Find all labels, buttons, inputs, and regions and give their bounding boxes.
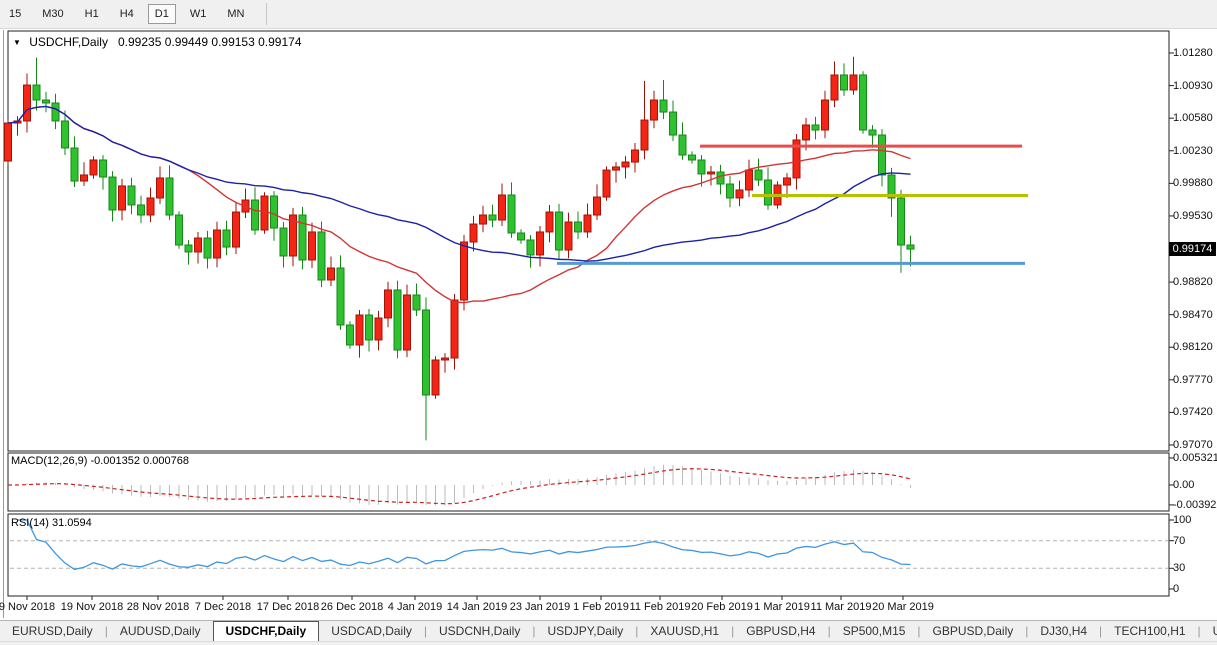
current-price-tag: 0.99174 [1169, 242, 1216, 256]
rsi-axis-label: 30 [1173, 562, 1215, 574]
chart-canvas [0, 0, 1217, 645]
rsi-line [18, 520, 911, 569]
price-axis-label: 0.99880 [1173, 177, 1215, 189]
date-axis-label: 7 Dec 2018 [195, 601, 251, 613]
date-axis-label: 23 Jan 2019 [510, 601, 571, 613]
price-axis-label: 1.01280 [1173, 47, 1215, 59]
date-axis-label: 28 Nov 2018 [127, 601, 189, 613]
chart-tab-gbpusd-daily[interactable]: GBPUSD,Daily [921, 622, 1026, 641]
date-axis-label: 11 Mar 2019 [811, 601, 872, 613]
date-axis-label: 14 Jan 2019 [447, 601, 508, 613]
rsi-panel-border [8, 514, 1169, 596]
mt4-platform-window: 15M30H1H4D1W1MN ▼ USDCHF,Daily 0.99235 0… [0, 0, 1217, 645]
price-axis-label: 1.00580 [1173, 112, 1215, 124]
price-axis-label: 1.00930 [1173, 80, 1215, 92]
chart-tab-sp500-m15[interactable]: SP500,M15 [831, 622, 918, 641]
price-axis-label: 0.98120 [1173, 341, 1215, 353]
chart-tab-eurusd-daily[interactable]: EURUSD,Daily [0, 622, 105, 641]
chart-tab-usdcad-daily[interactable]: USDCAD,Daily [319, 622, 424, 641]
date-axis-label: 20 Feb 2019 [691, 601, 753, 613]
date-axis-label: 26 Dec 2018 [321, 601, 383, 613]
ma-slow-line [8, 106, 911, 261]
chart-tabs-bar: EURUSD,Daily|AUDUSD,DailyUSDCHF,DailyUSD… [0, 620, 1217, 641]
date-axis-label: 4 Jan 2019 [388, 601, 442, 613]
price-axis-label: 1.00230 [1173, 145, 1215, 157]
macd-histogram [8, 465, 911, 506]
chart-tab-tech100-h1[interactable]: TECH100,H1 [1102, 622, 1197, 641]
price-axis-label: 0.99530 [1173, 210, 1215, 222]
chart-tab-usdchf-daily[interactable]: USDCHF,Daily [213, 621, 320, 641]
price-axis-label: 0.97070 [1173, 439, 1215, 451]
price-axis-label: 0.97770 [1173, 374, 1215, 386]
chart-tab-ui[interactable]: UI [1201, 622, 1217, 641]
chart-symbol-label: USDCHF,Daily [29, 35, 108, 49]
rsi-axis-label: 70 [1173, 535, 1215, 547]
rsi-indicator-label: RSI(14) 31.0594 [11, 517, 92, 529]
chart-tab-xauusd-h1[interactable]: XAUUSD,H1 [638, 622, 731, 641]
date-axis-label: 11 Feb 2019 [630, 601, 691, 613]
date-axis-label: 9 Nov 2018 [0, 601, 55, 613]
macd-axis-label: -0.003922 [1173, 499, 1215, 511]
candles-layer [5, 57, 915, 441]
macd-signal-line [8, 469, 911, 504]
price-axis-label: 0.97420 [1173, 406, 1215, 418]
date-axis-label: 20 Mar 2019 [872, 601, 934, 613]
macd-indicator-label: MACD(12,26,9) -0.001352 0.000768 [11, 455, 189, 467]
chart-tab-gbpusd-h4[interactable]: GBPUSD,H4 [734, 622, 827, 641]
date-axis-label: 1 Feb 2019 [573, 601, 629, 613]
statusbar-strip [0, 641, 1217, 645]
chart-tab-usdcnh-daily[interactable]: USDCNH,Daily [427, 622, 532, 641]
chart-tab-usdjpy-daily[interactable]: USDJPY,Daily [535, 622, 635, 641]
macd-axis-label: 0.005321 [1173, 452, 1215, 464]
rsi-axis-label: 100 [1173, 514, 1215, 526]
chevron-down-icon[interactable]: ▼ [13, 38, 21, 47]
date-axis-label: 19 Nov 2018 [61, 601, 123, 613]
date-axis-label: 1 Mar 2019 [754, 601, 810, 613]
chart-ohlc-values: 0.99235 0.99449 0.99153 0.99174 [118, 35, 302, 49]
chart-tab-audusd-daily[interactable]: AUDUSD,Daily [108, 622, 213, 641]
chart-tab-dj30-h4[interactable]: DJ30,H4 [1028, 622, 1099, 641]
rsi-axis-label: 0 [1173, 583, 1215, 595]
date-axis-label: 17 Dec 2018 [257, 601, 319, 613]
chart-title: ▼ USDCHF,Daily 0.99235 0.99449 0.99153 0… [13, 35, 302, 49]
macd-axis-label: 0.00 [1173, 479, 1215, 491]
price-axis-label: 0.98470 [1173, 309, 1215, 321]
price-axis-label: 0.98820 [1173, 276, 1215, 288]
